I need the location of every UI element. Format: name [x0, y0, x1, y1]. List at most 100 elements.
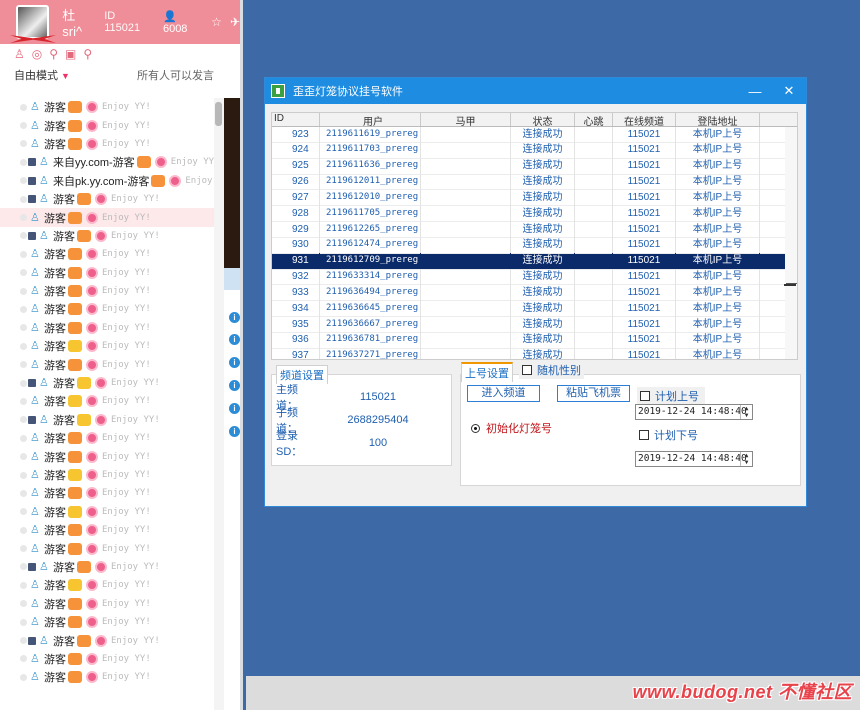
mode-dropdown[interactable]: 自由模式 ▼: [14, 67, 70, 83]
star-icon[interactable]: ☆: [211, 15, 222, 29]
list-item[interactable]: ♙ 游客 Enjoy YY!: [0, 631, 214, 649]
list-item[interactable]: ♙ 游客 Enjoy YY!: [0, 668, 214, 686]
list-item[interactable]: ♙ 游客 Enjoy YY!: [0, 135, 214, 153]
list-item[interactable]: ♙ 来自yy.com-游客 Enjoy YY: [0, 153, 214, 171]
member-list-scrollbar[interactable]: [214, 98, 224, 710]
table-row[interactable]: 929 2119612265_prereg 连接成功 115021 本机IP上号: [272, 221, 797, 238]
avatar[interactable]: [10, 5, 56, 43]
paste-ticket-button[interactable]: 粘贴飞机票: [557, 385, 630, 402]
table-row[interactable]: 927 2119612010_prereg 连接成功 115021 本机IP上号: [272, 189, 797, 207]
table-row[interactable]: 935 2119636667_prereg 连接成功 115021 本机IP上号: [272, 316, 797, 333]
location-icon[interactable]: ⚲: [49, 47, 58, 61]
tab-channel-settings[interactable]: 频道设置: [276, 365, 328, 384]
login-settings: 上号设置 随机性别 进入频道 粘贴飞机票 计划上号 初始化灯笼号 2019-12…: [460, 361, 801, 486]
col-user[interactable]: 用户: [320, 113, 421, 126]
init-lantern-label: 初始化灯笼号: [486, 423, 552, 435]
list-item[interactable]: ♙ 游客 Enjoy YY!: [0, 650, 214, 668]
list-item[interactable]: ♙ 游客 Enjoy YY!: [0, 282, 214, 300]
members-icon[interactable]: ♙: [14, 47, 25, 61]
list-item[interactable]: ♙ 游客 Enjoy YY!: [0, 245, 214, 263]
scrollbar-thumb[interactable]: [215, 102, 222, 126]
list-item[interactable]: ♙ 游客 Enjoy YY!: [0, 264, 214, 282]
enter-channel-button[interactable]: 进入频道: [467, 385, 540, 402]
tab-login-settings[interactable]: 上号设置: [461, 362, 513, 382]
col-heartbeat[interactable]: 心跳: [575, 113, 613, 126]
list-item[interactable]: ♙ 游客 Enjoy YY!: [0, 466, 214, 484]
info-icon[interactable]: i: [229, 357, 240, 368]
close-button[interactable]: ✕: [772, 83, 806, 99]
list-item[interactable]: ♙ 游客 Enjoy YY!: [0, 503, 214, 521]
list-item[interactable]: ♙ 游客 Enjoy YY!: [0, 447, 214, 465]
table-row[interactable]: 923 2119611619_prereg 连接成功 115021 本机IP上号: [272, 126, 797, 143]
minimize-button[interactable]: —: [738, 84, 772, 99]
member-list[interactable]: ♙ 游客 Enjoy YY! ♙ 游客 Enjoy YY! ♙ 游客 Enjoy YY! ♙ 来自y…: [0, 98, 214, 710]
spin-icon[interactable]: ▲ ▼: [740, 452, 752, 466]
col-channel[interactable]: 在线频道: [613, 113, 676, 126]
list-item[interactable]: ♙ 游客 Enjoy YY!: [0, 558, 214, 576]
member-name: 游客: [44, 543, 66, 556]
list-item[interactable]: ♙ 游客 Enjoy YY!: [0, 374, 214, 392]
list-item[interactable]: ♙ 游客 Enjoy YY!: [0, 337, 214, 355]
init-lantern-radio[interactable]: 初始化灯笼号: [471, 420, 552, 436]
spin-icon[interactable]: ▲ ▼: [740, 405, 752, 419]
table-row[interactable]: 937 2119637271_prereg 连接成功 115021 本机IP上号: [272, 348, 797, 359]
member-signature: Enjoy YY!: [102, 304, 151, 315]
list-item[interactable]: ♙ 游客 Enjoy YY!: [0, 227, 214, 245]
list-item[interactable]: ♙ 游客 Enjoy YY!: [0, 300, 214, 318]
checkbox-box[interactable]: [640, 391, 650, 401]
table-row[interactable]: 936 2119636781_prereg 连接成功 115021 本机IP上号: [272, 332, 797, 349]
list-item[interactable]: ♙ 游客 Enjoy YY!: [0, 190, 214, 208]
info-icon[interactable]: i: [229, 380, 240, 391]
plan-login-checkbox[interactable]: 计划上号: [637, 387, 705, 405]
info-icon[interactable]: i: [229, 334, 240, 345]
grid-scrollbar[interactable]: [785, 127, 797, 359]
table-row[interactable]: 932 2119633314_prereg 连接成功 115021 本机IP上号: [272, 269, 797, 286]
checkbox-box[interactable]: [639, 430, 649, 440]
table-row[interactable]: 925 2119611636_prereg 连接成功 115021 本机IP上号: [272, 158, 797, 175]
table-row[interactable]: 931 2119612709_prereg 连接成功 115021 本机IP上号: [272, 253, 797, 270]
table-row[interactable]: 933 2119636494_prereg 连接成功 115021 本机IP上号: [272, 284, 797, 302]
plan-login-datetime[interactable]: 2019-12-24 14:48:40 ▲ ▼: [635, 404, 753, 420]
list-item[interactable]: ♙ 游客 Enjoy YY!: [0, 411, 214, 429]
rank-badge-icon: [68, 266, 82, 279]
list-item[interactable]: ♙ 来自pk.yy.com-游客 Enjoy: [0, 172, 214, 190]
main-channel-input[interactable]: 115021: [318, 391, 438, 403]
plan-logout-datetime[interactable]: 2019-12-24 14:48:40 ▲ ▼: [635, 451, 753, 467]
table-row[interactable]: 924 2119611703_prereg 连接成功 115021 本机IP上号: [272, 142, 797, 159]
sub-channel-input[interactable]: 2688295404: [318, 414, 438, 426]
list-item[interactable]: ♙ 游客 Enjoy YY!: [0, 208, 214, 227]
radio-dot[interactable]: [471, 423, 480, 433]
col-address[interactable]: 登陆地址: [676, 113, 760, 126]
account-grid[interactable]: ID 用户 马甲 状态 心跳 在线频道 登陆地址 923 2119611619_p…: [271, 112, 798, 360]
list-item[interactable]: ♙ 游客 Enjoy YY!: [0, 392, 214, 410]
col-vest[interactable]: 马甲: [421, 113, 511, 126]
col-id[interactable]: ID: [272, 113, 320, 126]
list-item[interactable]: ♙ 游客 Enjoy YY!: [0, 521, 214, 539]
info-icon[interactable]: i: [229, 426, 240, 437]
list-item[interactable]: ♙ 游客 Enjoy YY!: [0, 355, 214, 373]
info-icon[interactable]: i: [229, 312, 240, 323]
table-row[interactable]: 926 2119612011_prereg 连接成功 115021 本机IP上号: [272, 174, 797, 191]
list-item[interactable]: ♙ 游客 Enjoy YY!: [0, 484, 214, 502]
edit-icon[interactable]: ▣: [65, 47, 76, 61]
plan-logout-checkbox[interactable]: 计划下号: [639, 427, 698, 443]
list-item[interactable]: ♙ 游客 Enjoy YY!: [0, 539, 214, 557]
sd-input[interactable]: 100: [318, 437, 438, 449]
table-row[interactable]: 934 2119636645_prereg 连接成功 115021 本机IP上号: [272, 300, 797, 318]
list-item[interactable]: ♙ 游客 Enjoy YY!: [0, 595, 214, 613]
list-item[interactable]: ♙ 游客 Enjoy YY!: [0, 613, 214, 631]
checkbox-box[interactable]: [522, 365, 532, 375]
list-item[interactable]: ♙ 游客 Enjoy YY!: [0, 429, 214, 447]
info-icon[interactable]: i: [229, 403, 240, 414]
search-icon[interactable]: ⚲: [83, 47, 92, 61]
plane-icon[interactable]: ✈: [230, 15, 240, 29]
list-item[interactable]: ♙ 游客 Enjoy YY!: [0, 116, 214, 134]
col-status[interactable]: 状态: [511, 113, 575, 126]
table-row[interactable]: 928 2119611705_prereg 连接成功 115021 本机IP上号: [272, 205, 797, 223]
list-item[interactable]: ♙ 游客 Enjoy YY!: [0, 98, 214, 116]
table-row[interactable]: 930 2119612474_prereg 连接成功 115021 本机IP上号: [272, 237, 797, 254]
list-item[interactable]: ♙ 游客 Enjoy YY!: [0, 319, 214, 337]
chat-icon[interactable]: ◎: [32, 47, 42, 61]
list-item[interactable]: ♙ 游客 Enjoy YY!: [0, 576, 214, 594]
random-gender-checkbox[interactable]: 随机性别: [519, 361, 584, 379]
